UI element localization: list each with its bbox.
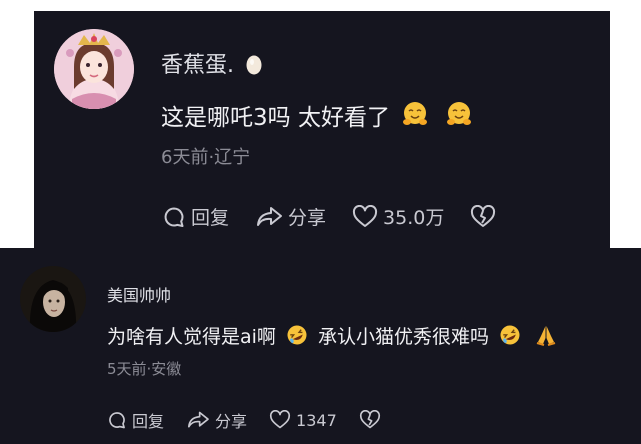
like-count: 1347 <box>296 410 337 430</box>
share-arrow-icon <box>255 205 283 229</box>
dislike-button[interactable] <box>470 204 496 229</box>
rolling-laughing-icon <box>286 324 308 346</box>
comment-text: 这是哪吒3吗 太好看了 <box>161 98 477 132</box>
comment-meta: 5天前·安徽 <box>107 360 182 378</box>
reply-button[interactable]: 回复 <box>107 408 164 432</box>
rolling-laughing-icon <box>499 324 521 346</box>
broken-heart-icon <box>470 204 496 229</box>
username[interactable]: 美国帅帅 <box>107 282 171 306</box>
action-bar: 回复 分享 1347 <box>107 408 403 432</box>
avatar[interactable] <box>20 266 86 332</box>
share-arrow-icon <box>186 410 210 430</box>
like-button[interactable]: 35.0万 <box>352 203 444 230</box>
heart-icon <box>352 204 378 229</box>
dislike-button[interactable] <box>359 410 381 430</box>
avatar[interactable] <box>54 29 134 109</box>
comment-text: 为啥有人觉得是ai啊 承认小猫优秀很难吗 <box>107 322 561 349</box>
action-bar: 回复 分享 35.0万 <box>162 203 522 230</box>
username[interactable]: 香蕉蛋. <box>161 47 267 79</box>
chat-bubble-icon <box>107 410 127 430</box>
hugging-face-icon <box>445 100 473 128</box>
comment-meta: 6天前·辽宁 <box>161 147 251 168</box>
folded-hands-icon <box>535 324 557 346</box>
like-count: 35.0万 <box>383 207 445 229</box>
hugging-face-icon <box>401 100 429 128</box>
broken-heart-icon <box>359 410 381 430</box>
share-button[interactable]: 分享 <box>186 408 247 432</box>
share-button[interactable]: 分享 <box>255 203 326 230</box>
comment-card: 香蕉蛋. 这是哪吒3吗 太好看了 6天前·辽宁 回复 分享 35.0万 <box>34 11 610 248</box>
comment-card: 美国帅帅 为啥有人觉得是ai啊 承认小猫优秀很难吗 5天前·安徽 回复 分享 1… <box>0 248 641 444</box>
egg-icon <box>245 53 263 75</box>
heart-icon <box>269 410 291 430</box>
like-button[interactable]: 1347 <box>269 410 337 430</box>
chat-bubble-icon <box>162 205 186 229</box>
reply-button[interactable]: 回复 <box>162 203 229 230</box>
